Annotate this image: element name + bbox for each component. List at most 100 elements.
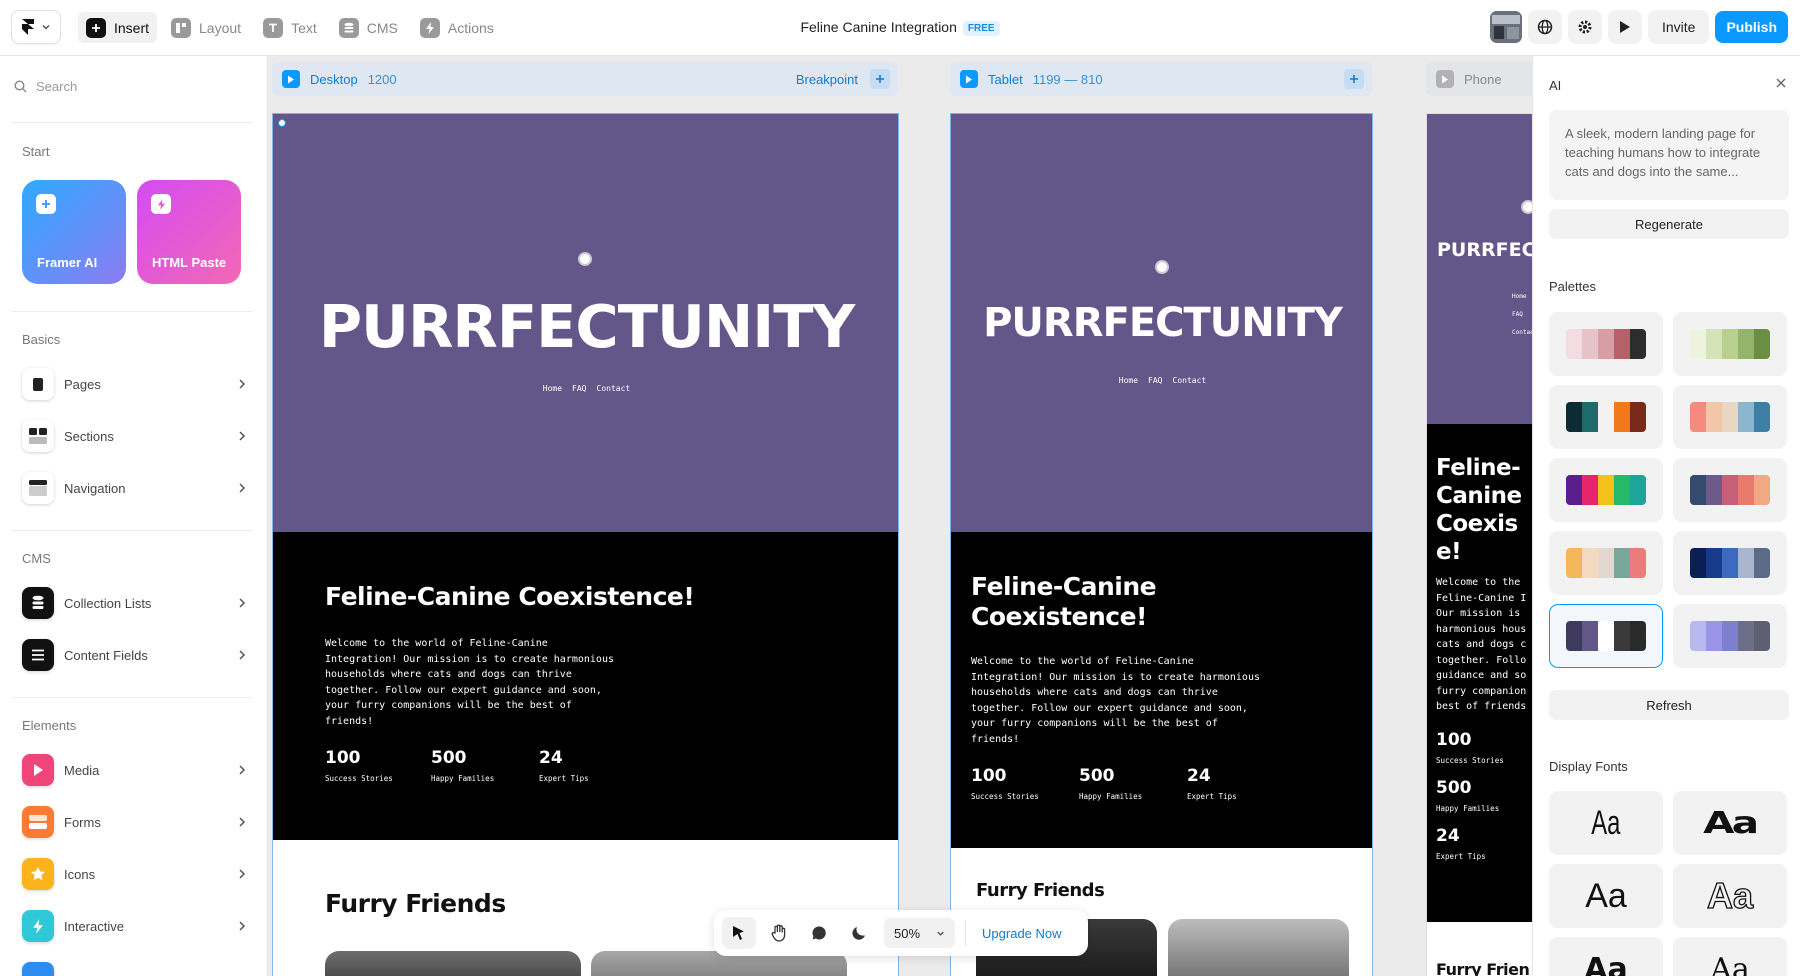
intro-section[interactable]: Feline-Canine Coexistence! Welcome to the…	[951, 532, 1372, 848]
section-title-cms: CMS	[22, 551, 51, 566]
sidebar-item-label: Sections	[64, 428, 114, 444]
palette-option[interactable]	[1673, 385, 1787, 449]
phone-frame[interactable]: PURRFEC HomeFAQContact Feline-CanineCoex…	[1426, 113, 1532, 976]
upgrade-now-button[interactable]: Upgrade Now	[976, 926, 1068, 941]
settings-button[interactable]	[1567, 10, 1602, 44]
stat-tips: 24 Expert Tips	[1187, 766, 1237, 801]
palette-option[interactable]	[1673, 312, 1787, 376]
globe-button[interactable]	[1527, 10, 1562, 44]
palette-option[interactable]	[1673, 458, 1787, 522]
play-icon[interactable]	[282, 70, 300, 88]
hero-nav: HomeFAQContact	[1512, 293, 1532, 336]
font-option[interactable]: Aa	[1549, 864, 1663, 928]
intro-heading: Feline- Canine Coexis e!	[1436, 455, 1522, 565]
palette-option[interactable]	[1549, 531, 1663, 595]
canvas[interactable]: Desktop 1200 Breakpoint PURRFECTUNITY Ho…	[268, 56, 1532, 976]
selection-handle[interactable]	[278, 119, 286, 127]
desktop-frame[interactable]: PURRFECTUNITY Home FAQ Contact Feline-Cani…	[272, 113, 899, 976]
font-option[interactable]: Aa	[1673, 791, 1787, 855]
sections-icon	[22, 420, 54, 452]
friend-photo[interactable]	[1168, 919, 1349, 976]
sidebar-item-label: Pages	[64, 376, 101, 392]
sidebar-item-label: Navigation	[64, 480, 126, 496]
stat-families: 500 Happy Families	[1079, 766, 1143, 801]
font-option[interactable]: Aa	[1549, 937, 1663, 976]
nav-link-faq[interactable]: FAQ	[1148, 376, 1162, 385]
play-icon[interactable]	[960, 70, 978, 88]
search-placeholder: Search	[36, 79, 78, 94]
chevron-right-icon	[238, 817, 246, 827]
preview-button[interactable]	[1607, 10, 1642, 44]
add-breakpoint-link[interactable]: Breakpoint	[796, 72, 858, 87]
hero-section[interactable]: PURRFEC HomeFAQContact	[1427, 114, 1532, 424]
nav-link-home[interactable]: Home	[1119, 376, 1138, 385]
comment-tool-button[interactable]	[802, 917, 836, 949]
hero-section[interactable]: PURRFECTUNITY Home FAQ Contact	[951, 114, 1372, 532]
page-icon	[22, 368, 54, 400]
palette-swatches	[1690, 329, 1770, 359]
globe-icon	[1537, 19, 1553, 35]
sidebar-item-forms[interactable]: Forms	[22, 804, 246, 840]
sidebar-item-media[interactable]: Media	[22, 752, 246, 788]
palette-option[interactable]	[1549, 604, 1663, 668]
palette-swatches	[1690, 548, 1770, 578]
framer-ai-card[interactable]: Framer AI	[22, 180, 126, 284]
nav-link-contact[interactable]: Contact	[1173, 376, 1207, 385]
friend-photo[interactable]	[325, 951, 581, 976]
nav-link-faq[interactable]: FAQ	[572, 384, 586, 393]
sidebar-item-navigation[interactable]: Navigation	[22, 470, 246, 506]
breakpoint-header-desktop[interactable]: Desktop 1200 Breakpoint	[272, 62, 898, 96]
avatar[interactable]	[1489, 11, 1522, 43]
publish-button[interactable]: Publish	[1715, 11, 1788, 43]
hero-section[interactable]: PURRFECTUNITY Home FAQ Contact	[273, 114, 898, 532]
breakpoint-size: 1200	[367, 71, 397, 87]
sidebar-item-partial[interactable]	[22, 960, 246, 976]
plus-icon[interactable]	[870, 69, 890, 89]
palette-option[interactable]	[1673, 531, 1787, 595]
section-title-basics: Basics	[22, 332, 61, 347]
sidebar-item-interactive[interactable]: Interactive	[22, 908, 246, 944]
palette-option[interactable]	[1549, 385, 1663, 449]
intro-section[interactable]: Feline-Canine Coexistence! Welcome to th…	[273, 532, 898, 840]
html-paste-card[interactable]: HTML Paste	[137, 180, 241, 284]
font-option[interactable]: Aa	[1673, 937, 1787, 976]
search-icon	[14, 80, 27, 93]
nav-link-home[interactable]: Home	[543, 384, 562, 393]
regenerate-button[interactable]: Regenerate	[1549, 209, 1789, 239]
palette-option[interactable]	[1673, 604, 1787, 668]
sidebar-item-sections[interactable]: Sections	[22, 418, 246, 454]
card-label: Framer AI	[37, 255, 98, 270]
intro-section[interactable]: Feline- Canine Coexis e! Welcome to the Feli…	[1427, 424, 1532, 922]
dark-mode-button[interactable]	[842, 917, 876, 949]
zoom-select[interactable]: 50%	[884, 918, 956, 948]
select-tool-button[interactable]	[722, 917, 756, 949]
breakpoint-header-phone[interactable]: Phone	[1426, 62, 1532, 96]
invite-button[interactable]: Invite	[1647, 10, 1710, 44]
sidebar-item-icons[interactable]: Icons	[22, 856, 246, 892]
sidebar-item-label: Content Fields	[64, 647, 148, 663]
plus-icon[interactable]	[1344, 69, 1364, 89]
sidebar-item-collection-lists[interactable]: Collection Lists	[22, 585, 246, 621]
top-bar: Insert Layout Text CMS Actions Feline Ca…	[0, 0, 1800, 56]
stat-families: 500 Happy Families	[1436, 778, 1500, 813]
font-option[interactable]: Aa	[1549, 791, 1663, 855]
palette-option[interactable]	[1549, 312, 1663, 376]
ai-prompt-text[interactable]: A sleek, modern landing page for teachin…	[1549, 110, 1789, 200]
tablet-frame[interactable]: PURRFECTUNITY Home FAQ Contact Feline-Cani…	[950, 113, 1373, 976]
intro-paragraph: Welcome to the world of Feline-Canine Int…	[325, 638, 614, 727]
breakpoint-header-tablet[interactable]: Tablet 1199 — 810	[950, 62, 1372, 96]
cursor-dot	[1521, 200, 1532, 214]
nav-link-contact[interactable]: Contact	[597, 384, 631, 393]
stat-success: 100 Success Stories	[971, 766, 1039, 801]
play-icon[interactable]	[1436, 70, 1454, 88]
font-option[interactable]: Aa	[1673, 864, 1787, 928]
search-input[interactable]: Search	[14, 79, 77, 94]
sidebar-item-content-fields[interactable]: Content Fields	[22, 637, 246, 673]
gear-icon	[1577, 19, 1593, 35]
palette-option[interactable]	[1549, 458, 1663, 522]
close-icon[interactable]	[1776, 78, 1786, 88]
hand-tool-button[interactable]	[762, 917, 796, 949]
refresh-button[interactable]: Refresh	[1549, 690, 1789, 720]
ai-panel: AI A sleek, modern landing page for teac…	[1532, 56, 1800, 976]
sidebar-item-pages[interactable]: Pages	[22, 366, 246, 402]
